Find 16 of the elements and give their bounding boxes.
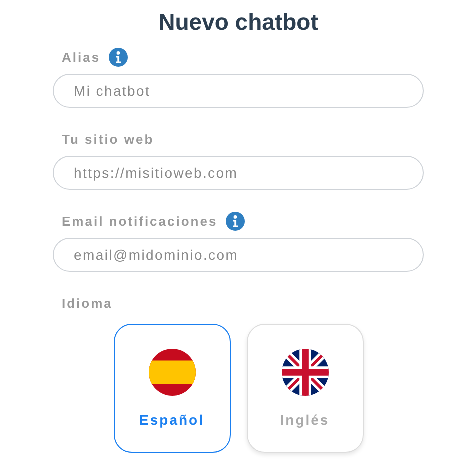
field-label: Tu sitio web — [62, 132, 154, 146]
language-name: Inglés — [280, 412, 330, 428]
field-label: Idioma — [62, 296, 113, 310]
flag-icon — [148, 349, 196, 396]
form-title: Nuevo chatbot — [158, 8, 320, 37]
field-label: Email notificaciones — [62, 214, 218, 228]
info-icon[interactable] — [108, 48, 128, 66]
language-name: Español — [140, 412, 204, 428]
language-option[interactable]: Inglés — [246, 324, 364, 453]
input-field[interactable]: email@midominio.com — [53, 238, 424, 272]
info-icon[interactable] — [226, 212, 245, 230]
flag-icon — [282, 349, 328, 396]
field-label: Alias — [62, 50, 101, 64]
language-option[interactable]: Español — [114, 324, 230, 453]
input-field[interactable]: Mi chatbot — [53, 74, 424, 108]
input-field[interactable]: https://misitioweb.com — [53, 156, 424, 190]
